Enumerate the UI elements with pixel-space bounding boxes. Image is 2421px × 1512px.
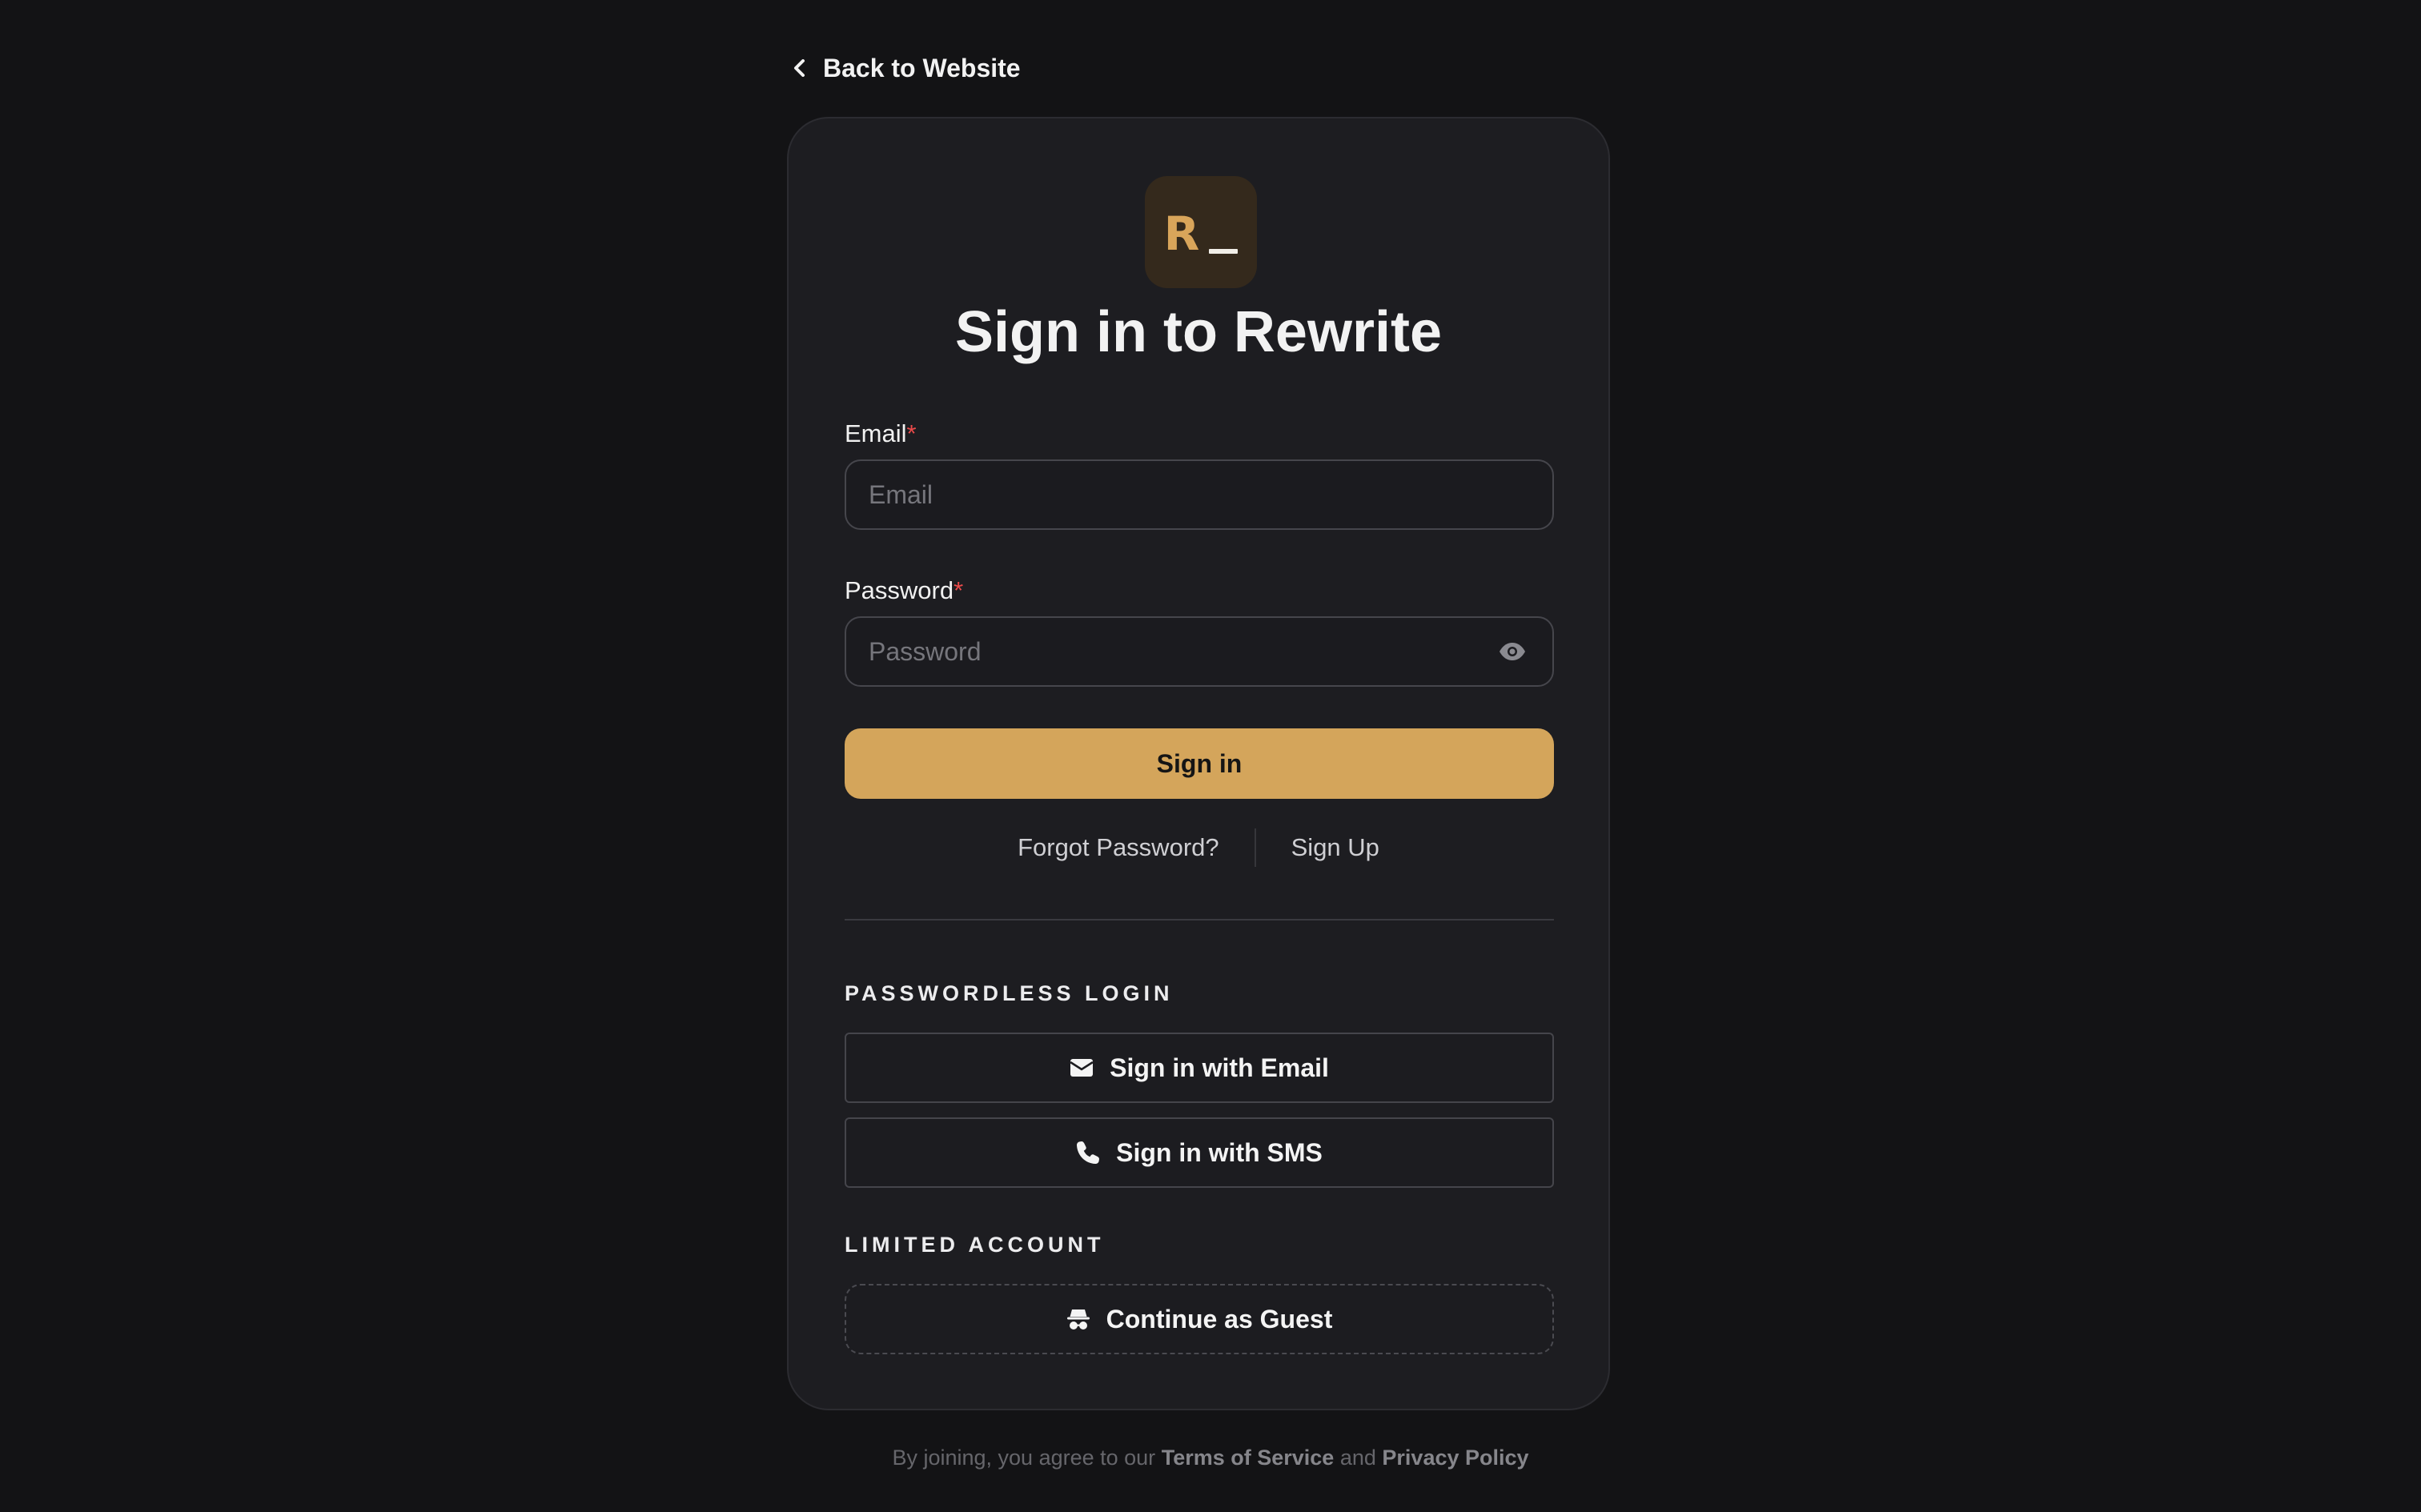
auth-links: Forgot Password? Sign Up [789,828,1608,868]
sign-in-with-email-button[interactable]: Sign in with Email [845,1033,1554,1103]
logo-letter: R [1163,207,1202,261]
continue-as-guest-label: Continue as Guest [1106,1304,1333,1334]
page-title: Sign in to Rewrite [954,300,1443,364]
app-logo: R [1145,176,1257,288]
logo-cursor [1209,249,1239,254]
links-divider [1254,828,1256,867]
sign-up-link[interactable]: Sign Up [1291,833,1379,862]
email-label: Email* [845,418,917,450]
limited-account-heading: LIMITED ACCOUNT [845,1233,1105,1257]
sign-in-with-sms-label: Sign in with SMS [1116,1137,1323,1167]
password-required-mark: * [954,576,964,604]
back-link-label: Back to Website [823,53,1021,82]
footer-prefix: By joining, you agree to our [892,1446,1156,1470]
sign-in-with-email-label: Sign in with Email [1110,1053,1329,1082]
legal-footer: By joining, you agree to our Terms of Se… [0,1446,2421,1470]
sign-in-with-sms-button[interactable]: Sign in with SMS [845,1117,1554,1188]
incognito-icon [1066,1307,1090,1331]
footer-and: and [1339,1446,1376,1470]
password-label-text: Password [845,576,954,604]
sign-in-card: R Sign in to Rewrite Email* Password* Si… [787,117,1610,1410]
password-label: Password* [845,575,963,607]
forgot-password-link[interactable]: Forgot Password? [1018,833,1219,862]
email-label-text: Email [845,419,907,447]
email-required-mark: * [906,419,917,447]
section-divider [845,919,1554,920]
passwordless-heading: PASSWORDLESS LOGIN [845,981,1174,1005]
password-input[interactable] [846,618,1496,685]
envelope-icon [1070,1058,1094,1077]
privacy-policy-link[interactable]: Privacy Policy [1382,1446,1528,1470]
email-input[interactable] [846,461,1552,528]
eye-icon[interactable] [1496,636,1528,668]
back-to-website-link[interactable]: Back to Website [793,50,1021,86]
phone-icon [1076,1141,1100,1165]
password-field-wrapper [845,616,1554,687]
continue-as-guest-button[interactable]: Continue as Guest [845,1284,1554,1354]
terms-of-service-link[interactable]: Terms of Service [1162,1446,1335,1470]
sign-in-page: Back to Website R Sign in to Rewrite Ema… [0,0,2421,1512]
email-field-wrapper [845,459,1554,530]
sign-in-button[interactable]: Sign in [845,728,1554,799]
chevron-left-icon [793,59,807,77]
